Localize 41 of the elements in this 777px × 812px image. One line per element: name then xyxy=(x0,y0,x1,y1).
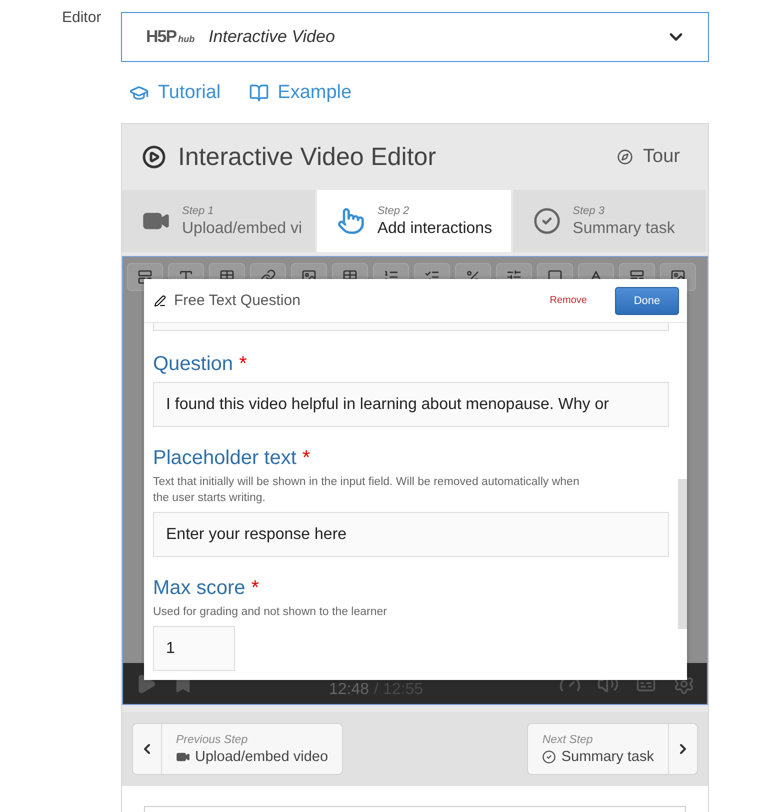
input-field[interactable]: 1 xyxy=(153,626,235,671)
step-number: Step 2 xyxy=(377,204,410,216)
previous-step-button[interactable]: Previous Step Upload/embed video xyxy=(132,723,344,775)
content-type-selector[interactable]: H5Phub Interactive Video xyxy=(121,12,709,62)
step-tab[interactable]: Step 2 Add interactions xyxy=(317,190,511,252)
required-mark: * xyxy=(302,447,310,469)
scrollbar[interactable] xyxy=(678,479,687,629)
tour-button[interactable]: Tour xyxy=(617,146,680,168)
hub-logo: H5Phub xyxy=(146,27,195,47)
editor-title: Interactive Video Editor xyxy=(178,142,438,172)
required-mark: * xyxy=(239,353,247,375)
field-label: Placeholder text * xyxy=(153,447,312,470)
field-description: Used for grading and not shown to the learner xyxy=(153,605,388,620)
pen-icon xyxy=(154,294,166,306)
check-circle-icon xyxy=(532,207,561,235)
field-label: Max score * xyxy=(153,577,260,600)
step-label: Summary task xyxy=(572,220,675,238)
next-step-button[interactable]: Next Step Summary task xyxy=(527,723,698,775)
check-circle-icon xyxy=(542,750,556,764)
play-circle-icon xyxy=(142,145,166,169)
open-book-icon xyxy=(248,83,269,103)
layout-icon xyxy=(137,269,153,285)
input-field[interactable] xyxy=(153,323,669,331)
step-number: Step 3 xyxy=(572,204,606,216)
step-label: Upload/embed vi xyxy=(182,220,302,238)
step-tab[interactable]: Step 3 Summary task xyxy=(512,190,706,252)
field-description: Text that initially will be shown in the input field. Will be removed automatically when the user starts writing. xyxy=(153,475,580,506)
pointer-icon xyxy=(337,207,366,235)
done-button[interactable]: Done xyxy=(615,286,679,314)
dialog-title: Free Text Question xyxy=(174,292,302,309)
input-field[interactable]: Enter your response here xyxy=(153,512,669,557)
step-tab[interactable]: Step 1 Upload/embed vi xyxy=(122,190,316,252)
step-number: Step 1 xyxy=(182,204,215,216)
required-mark: * xyxy=(251,577,260,599)
field-label: Question * xyxy=(153,353,248,376)
step-label: Add interactions xyxy=(377,220,492,238)
input-field[interactable]: I found this video helpful in learning about menopause. Why or xyxy=(153,382,669,427)
compass-icon xyxy=(617,149,634,165)
field-label: Editor xyxy=(61,8,102,28)
content-type-name: Interactive Video xyxy=(208,27,336,47)
remove-link[interactable]: Remove xyxy=(550,295,587,306)
